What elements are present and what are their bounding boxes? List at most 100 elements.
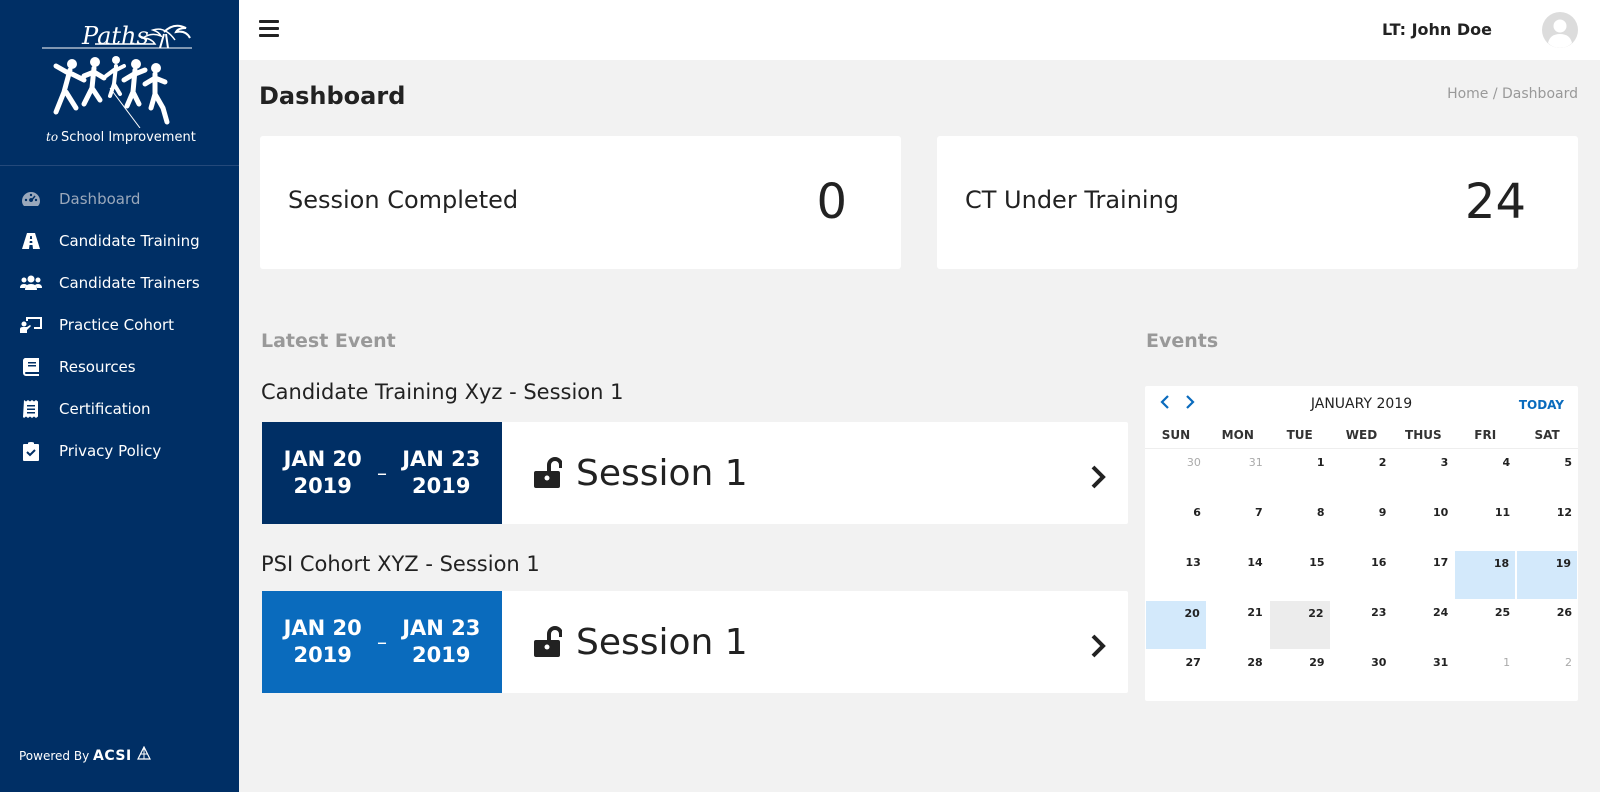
breadcrumb-home[interactable]: Home — [1447, 86, 1488, 102]
breadcrumb: Home / Dashboard — [1447, 86, 1578, 102]
sidebar-item-dashboard[interactable]: Dashboard — [0, 178, 239, 220]
clipboard-check-icon — [20, 440, 42, 462]
events-heading: Events — [1146, 330, 1219, 352]
event-card[interactable]: JAN 20 2019 – JAN 23 2019 Session 1 — [262, 591, 1128, 693]
avatar[interactable] — [1542, 12, 1578, 48]
event-card[interactable]: JAN 20 2019 – JAN 23 2019 Session 1 — [262, 422, 1128, 524]
calendar-day[interactable]: 7 — [1207, 500, 1269, 550]
acsi-logo-icon — [136, 745, 151, 760]
calendar-day[interactable]: 27 — [1145, 650, 1207, 700]
calendar-day[interactable]: 12 — [1516, 500, 1578, 550]
calendar-day[interactable]: 16 — [1331, 550, 1393, 600]
book-icon — [20, 356, 42, 378]
sidebar-item-candidate-training[interactable]: Candidate Training — [0, 220, 239, 262]
weekday-label: TUE — [1286, 428, 1313, 442]
powered-by-text: Powered By — [19, 749, 90, 763]
calendar-today-button[interactable]: TODAY — [1519, 398, 1564, 412]
sidebar: Paths to School Improvement Dashboard Can… — [0, 0, 239, 792]
weekday-label: FRI — [1474, 428, 1497, 442]
user-avatar-icon — [1548, 19, 1572, 48]
chevron-right-icon[interactable] — [1090, 627, 1106, 668]
calendar-day[interactable]: 5 — [1516, 450, 1578, 500]
chevron-right-icon[interactable] — [1090, 458, 1106, 499]
calendar-day[interactable]: 1 — [1454, 650, 1516, 700]
event-date-range: JAN 20 2019 – JAN 23 2019 — [262, 422, 502, 524]
end-year: 2019 — [412, 474, 471, 498]
end-month-day: JAN 23 — [402, 616, 481, 640]
calendar-day[interactable]: 6 — [1145, 500, 1207, 550]
unlock-icon — [532, 457, 562, 489]
calendar-day[interactable]: 29 — [1269, 650, 1331, 700]
calendar-day[interactable]: 8 — [1269, 500, 1331, 550]
stat-value: 24 — [1464, 174, 1526, 230]
end-month-day: JAN 23 — [402, 447, 481, 471]
event-title: Candidate Training Xyz - Session 1 — [261, 380, 624, 404]
receipt-icon — [20, 398, 42, 420]
calendar-month-title: JANUARY 2019 — [1310, 396, 1413, 412]
calendar-day[interactable]: 9 — [1331, 500, 1393, 550]
dashboard-icon — [20, 188, 42, 210]
calendar-day[interactable]: 23 — [1331, 600, 1393, 650]
sidebar-item-candidate-trainers[interactable]: Candidate Trainers — [0, 262, 239, 304]
sidebar-item-practice-cohort[interactable]: Practice Cohort — [0, 304, 239, 346]
calendar-day[interactable]: 30 — [1145, 450, 1207, 500]
sidebar-item-resources[interactable]: Resources — [0, 346, 239, 388]
calendar-day[interactable]: 18 — [1455, 551, 1516, 599]
calendar-day[interactable]: 11 — [1454, 500, 1516, 550]
calendar-day[interactable]: 26 — [1516, 600, 1578, 650]
calendar-day[interactable]: 22 — [1269, 601, 1330, 649]
calendar-day[interactable]: 31 — [1207, 450, 1269, 500]
menu-toggle-icon[interactable] — [259, 20, 279, 38]
sidebar-item-label: Candidate Trainers — [59, 274, 200, 292]
calendar-day[interactable]: 30 — [1331, 650, 1393, 700]
user-name[interactable]: LT: John Doe — [1382, 20, 1492, 39]
calendar-day[interactable]: 1 — [1269, 450, 1331, 500]
calendar-day[interactable]: 4 — [1454, 450, 1516, 500]
logo[interactable]: Paths to School Improvement — [0, 0, 239, 166]
calendar-day[interactable]: 15 — [1269, 550, 1331, 600]
start-year: 2019 — [293, 643, 352, 667]
calendar-day[interactable]: 2 — [1516, 650, 1578, 700]
calendar-day[interactable]: 28 — [1207, 650, 1269, 700]
powered-by[interactable]: Powered By ACSI — [19, 745, 152, 764]
end-year: 2019 — [412, 643, 471, 667]
calendar-weekday-header: SUN MON TUE WED THUS FRI SAT — [1145, 428, 1578, 449]
road-icon — [20, 230, 42, 252]
calendar-day[interactable]: 17 — [1392, 550, 1454, 600]
calendar-day[interactable]: 31 — [1392, 650, 1454, 700]
event-end-date: JAN 23 2019 — [402, 446, 480, 500]
stat-card-session-completed: Session Completed 0 — [260, 136, 901, 269]
calendar-day[interactable]: 10 — [1392, 500, 1454, 550]
sidebar-nav: Dashboard Candidate Training Candidate T… — [0, 178, 239, 472]
calendar-day[interactable]: 21 — [1207, 600, 1269, 650]
calendar-day[interactable]: 14 — [1207, 550, 1269, 600]
stat-card-ct-under-training: CT Under Training 24 — [937, 136, 1578, 269]
acsi-brand: ACSI — [93, 748, 132, 764]
calendar-day[interactable]: 20 — [1146, 601, 1206, 649]
event-title: PSI Cohort XYZ - Session 1 — [261, 552, 540, 576]
calendar-day[interactable]: 19 — [1517, 551, 1577, 599]
sidebar-item-privacy-policy[interactable]: Privacy Policy — [0, 430, 239, 472]
weekday-label: SUN — [1161, 428, 1191, 442]
stat-label: CT Under Training — [965, 186, 1180, 214]
session-label: Session 1 — [576, 452, 748, 494]
sidebar-item-label: Candidate Training — [59, 232, 200, 250]
calendar-day[interactable]: 2 — [1331, 450, 1393, 500]
latest-event-heading: Latest Event — [261, 330, 396, 352]
date-dash: – — [376, 461, 387, 485]
sidebar-item-label: Privacy Policy — [59, 442, 162, 460]
weekday-label: SAT — [1534, 428, 1560, 442]
calendar-day[interactable]: 24 — [1392, 600, 1454, 650]
calendar-day[interactable]: 13 — [1145, 550, 1207, 600]
page-title: Dashboard — [259, 82, 406, 110]
calendar-day[interactable]: 25 — [1454, 600, 1516, 650]
calendar-day[interactable]: 3 — [1392, 450, 1454, 500]
logo-sub-text: School Improvement — [61, 130, 196, 145]
weekday-label: MON — [1221, 428, 1254, 442]
event-end-date: JAN 23 2019 — [402, 615, 480, 669]
stat-value: 0 — [816, 174, 847, 230]
sidebar-item-certification[interactable]: Certification — [0, 388, 239, 430]
users-icon — [20, 272, 42, 294]
date-dash: – — [376, 630, 387, 654]
logo-subtitle: to School Improvement — [46, 130, 196, 145]
